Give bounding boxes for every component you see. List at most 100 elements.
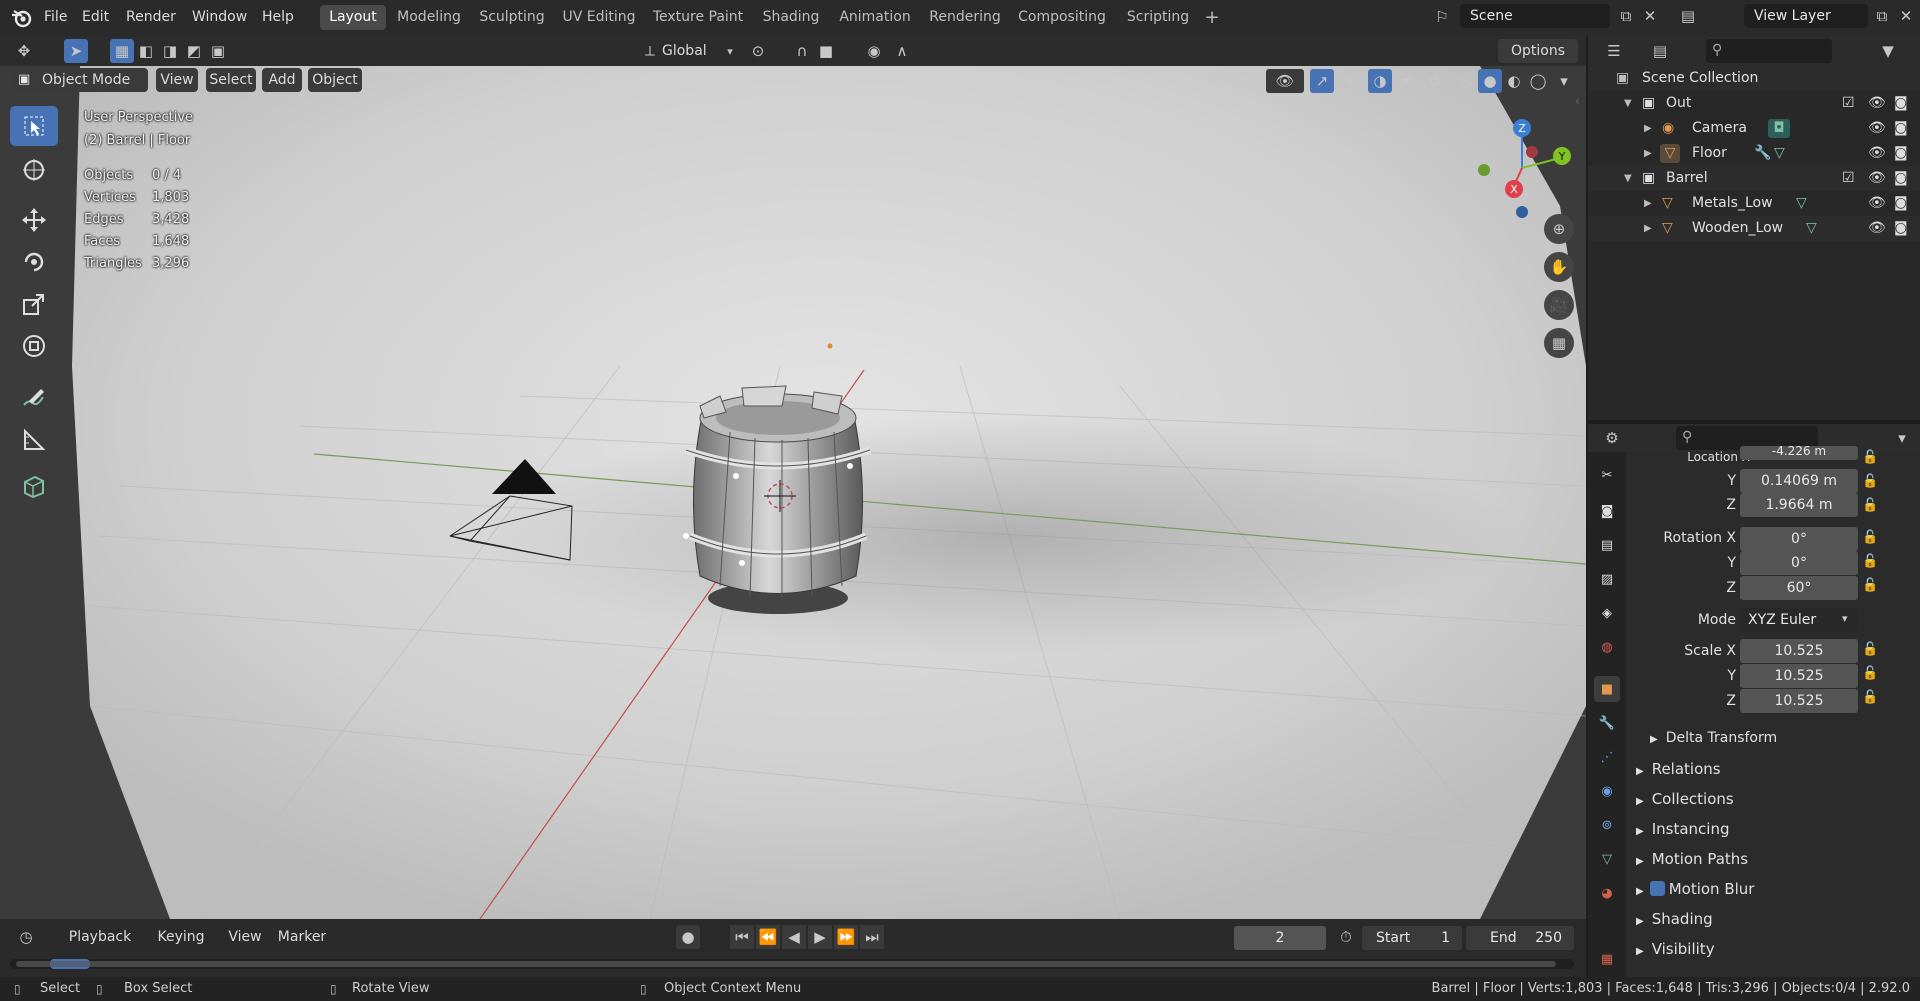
eye-icon[interactable]: 👁 <box>1868 191 1886 216</box>
select-mode-icon[interactable]: ➤ <box>64 39 88 63</box>
panel-motion-paths[interactable]: ▶ Motion Paths <box>1628 845 1920 873</box>
render-camera-icon[interactable]: ◙ <box>1894 141 1908 166</box>
measure-tool-icon[interactable] <box>10 420 58 460</box>
shading-solid-icon[interactable]: ● <box>1478 69 1502 93</box>
navigation-gizmo[interactable]: Z Y X <box>1470 108 1580 218</box>
menu-add[interactable]: Add <box>262 68 302 92</box>
scale-z-field[interactable]: 10.525 <box>1740 689 1858 713</box>
menu-marker[interactable]: Marker <box>274 925 330 949</box>
camera-data-icon[interactable]: ◘ <box>1768 119 1790 138</box>
lock-icon[interactable]: 🔓 <box>1862 642 1878 657</box>
tab-rendering[interactable]: Rendering <box>924 5 1006 30</box>
expand-arrow-icon[interactable]: ▶ <box>1644 191 1652 216</box>
mode-dropdown[interactable]: Object Mode <box>12 68 148 92</box>
selection-intersect-icon[interactable]: ▣ <box>206 39 230 63</box>
menu-file[interactable]: File <box>44 6 67 28</box>
scale-tool-icon[interactable] <box>10 284 58 324</box>
transform-tool-icon[interactable] <box>10 326 58 366</box>
panel-relations[interactable]: ▶ Relations <box>1628 755 1920 783</box>
selection-subtract-icon[interactable]: ◨ <box>158 39 182 63</box>
eye-icon[interactable]: 👁 <box>1868 116 1886 141</box>
rotation-z-field[interactable]: 60° <box>1740 576 1858 600</box>
tab-texture-paint[interactable]: Texture Paint <box>646 5 750 30</box>
expand-arrow-icon[interactable]: ▶ <box>1644 116 1652 141</box>
snap-toggle-icon[interactable]: ∩ <box>790 39 814 63</box>
constraints-tab-icon[interactable]: ⊚ <box>1594 812 1620 838</box>
render-camera-icon[interactable]: ◙ <box>1894 166 1908 191</box>
lock-icon[interactable]: 🔓 <box>1862 666 1878 681</box>
collapse-sidebar-icon[interactable]: ‹ <box>1575 94 1580 108</box>
display-mode-icon[interactable]: ▤ <box>1648 39 1672 63</box>
transform-orientation-icon[interactable]: ⟂ <box>638 39 662 63</box>
location-x-field[interactable]: -4.226 m <box>1740 446 1858 460</box>
delete-scene-icon[interactable]: ✕ <box>1638 4 1662 28</box>
filter-icon[interactable]: ▼ <box>1876 39 1900 63</box>
prev-keyframe-icon[interactable]: ⏪ <box>756 925 780 949</box>
tab-animation[interactable]: Animation <box>832 5 918 30</box>
scale-y-field[interactable]: 10.525 <box>1740 664 1858 688</box>
mesh-data-icon[interactable]: ▽ <box>1774 141 1785 166</box>
menu-object[interactable]: Object <box>308 68 362 92</box>
eye-icon[interactable]: 👁 <box>1868 91 1886 116</box>
location-y-field[interactable]: 0.14069 m <box>1740 469 1858 493</box>
tab-sculpting[interactable]: Sculpting <box>472 5 552 30</box>
panel-shading[interactable]: ▶ Shading <box>1628 905 1920 933</box>
lock-icon[interactable]: 🔓 <box>1862 474 1878 489</box>
tab-compositing[interactable]: Compositing <box>1012 5 1112 30</box>
location-z-field[interactable]: 1.9664 m <box>1740 493 1858 517</box>
new-view-layer-icon[interactable]: ⧉ <box>1870 4 1894 28</box>
next-keyframe-icon[interactable]: ⏩ <box>834 925 858 949</box>
rotation-mode-dropdown[interactable]: XYZ Euler <box>1740 608 1858 632</box>
eye-icon[interactable]: 👁 <box>1868 166 1886 191</box>
camera-view-icon[interactable]: 🎥 <box>1544 290 1574 320</box>
selection-invert-icon[interactable]: ◩ <box>182 39 206 63</box>
expand-arrow-icon[interactable]: ▼ <box>1624 166 1632 191</box>
rotation-x-field[interactable]: 0° <box>1740 527 1858 551</box>
cursor-tool-icon[interactable] <box>10 150 58 190</box>
scale-x-field[interactable]: 10.525 <box>1740 639 1858 663</box>
render-tab-icon[interactable]: ◙ <box>1594 498 1620 524</box>
output-tab-icon[interactable]: ▤ <box>1594 532 1620 558</box>
outliner-item-out[interactable]: ▼ ▣ Out ☑ 👁 ◙ <box>1588 91 1920 116</box>
shading-rendered-icon[interactable]: ◯ <box>1526 69 1550 93</box>
tab-uv-editing[interactable]: UV Editing <box>558 5 640 30</box>
object-tab-icon[interactable]: ■ <box>1594 676 1620 702</box>
tab-shading[interactable]: Shading <box>756 5 826 30</box>
expand-arrow-icon[interactable]: ▶ <box>1644 141 1652 166</box>
material-tab-icon[interactable]: ◕ <box>1594 880 1620 906</box>
lock-icon[interactable]: 🔓 <box>1862 498 1878 513</box>
annotate-tool-icon[interactable] <box>10 378 58 418</box>
view-layer-field[interactable]: View Layer <box>1744 4 1868 28</box>
outliner-item-camera[interactable]: ▶ ◉ Camera ◘ 👁 ◙ <box>1588 116 1920 141</box>
panel-visibility[interactable]: ▶ Visibility <box>1628 935 1920 963</box>
lock-icon[interactable]: 🔓 <box>1862 690 1878 705</box>
scene-selector-icon[interactable]: ⚐ <box>1430 5 1454 29</box>
properties-options-icon[interactable]: ▾ <box>1890 426 1914 450</box>
mesh-data-icon[interactable]: ▽ <box>1796 191 1807 216</box>
expand-arrow-icon[interactable]: ▼ <box>1624 91 1632 116</box>
tab-modeling[interactable]: Modeling <box>392 5 466 30</box>
3d-viewport[interactable]: User Perspective (2) Barrel | Floor Obje… <box>0 66 1586 919</box>
scrollbar-thumb[interactable] <box>16 961 1556 967</box>
lock-icon[interactable]: 🔓 <box>1862 578 1878 593</box>
jump-start-icon[interactable]: ⏮ <box>730 925 754 949</box>
panel-motion-blur[interactable]: ▶ Motion Blur <box>1628 875 1920 903</box>
physics-tab-icon[interactable]: ◉ <box>1594 778 1620 804</box>
barrel-object[interactable] <box>683 385 872 614</box>
data-tab-icon[interactable]: ▽ <box>1594 846 1620 872</box>
shading-material-icon[interactable]: ◐ <box>1502 69 1526 93</box>
delete-view-layer-icon[interactable]: ✕ <box>1894 4 1918 28</box>
mesh-data-icon[interactable]: ▽ <box>1806 216 1817 241</box>
menu-window[interactable]: Window <box>192 6 247 28</box>
panel-collections[interactable]: ▶ Collections <box>1628 785 1920 813</box>
add-workspace-icon[interactable]: + <box>1200 5 1224 30</box>
menu-keying[interactable]: Keying <box>146 925 216 949</box>
menu-render[interactable]: Render <box>126 6 176 28</box>
play-icon[interactable]: ▶ <box>808 925 832 949</box>
ortho-grid-icon[interactable]: ▦ <box>1544 328 1574 358</box>
scene-name-field[interactable]: Scene <box>1460 4 1610 28</box>
gizmo-toggle-icon[interactable]: ↗ <box>1310 69 1334 93</box>
lock-icon[interactable]: 🔓 <box>1862 530 1878 545</box>
move-tool-icon[interactable] <box>10 200 58 240</box>
menu-playback[interactable]: Playback <box>58 925 142 949</box>
